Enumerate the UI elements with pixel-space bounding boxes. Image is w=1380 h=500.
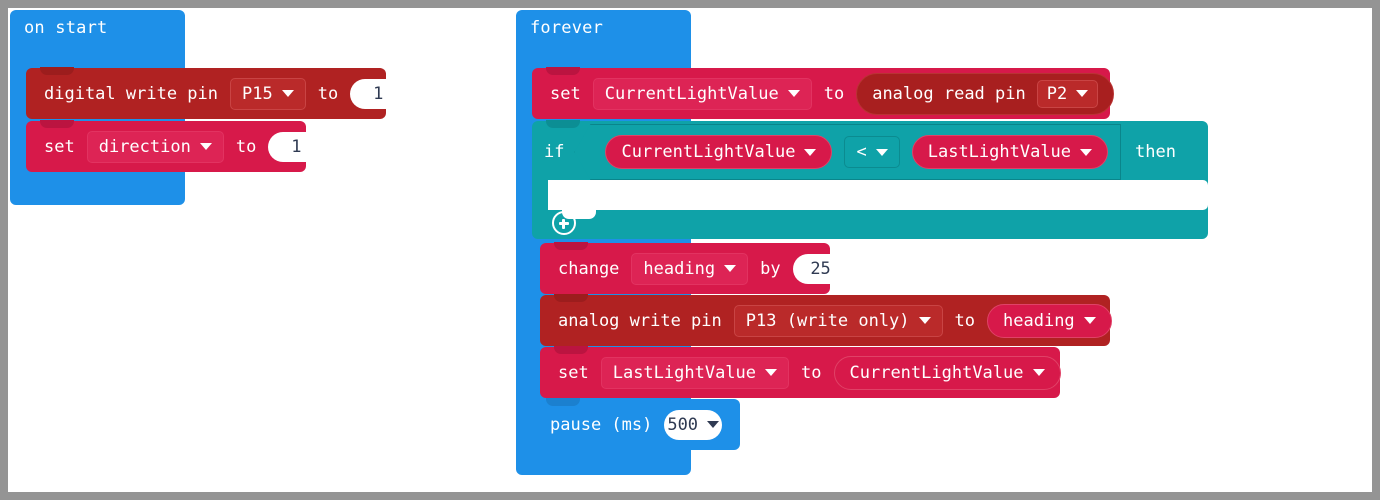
block-notch (554, 346, 588, 354)
to-label-4: to (954, 310, 976, 331)
block-notch (554, 242, 588, 250)
variable-reporter-heading[interactable]: heading (987, 303, 1112, 338)
if-condition-row[interactable]: if CurrentLightValue < LastLightValue th… (532, 121, 1208, 183)
forever-label: forever (530, 18, 604, 38)
block-notch (546, 398, 580, 406)
variable-reporter-lastlightvalue[interactable]: LastLightValue (911, 135, 1109, 169)
to-label-1: to (317, 83, 339, 104)
pin-dropdown-p2[interactable]: P2 (1036, 79, 1099, 108)
analog-write-pin-label: analog write pin (558, 310, 722, 331)
change-heading-block[interactable]: change heading by 25 (540, 242, 849, 294)
variable-reporter-heading-value: heading (1003, 310, 1075, 331)
chevron-down-icon (1032, 369, 1045, 376)
change-label: change (558, 258, 620, 279)
analog-write-pin-block[interactable]: analog write pin P13 (write only) to hea… (540, 294, 1112, 346)
set-currentlightvalue-block[interactable]: set CurrentLightValue to analog read pin… (532, 67, 1115, 119)
pin-dropdown-p15[interactable]: P15 (230, 77, 306, 110)
analog-read-pin-label: analog read pin (872, 83, 1026, 104)
on-start-label: on start (24, 18, 108, 38)
chevron-down-icon (707, 421, 720, 428)
then-label: then (1135, 142, 1176, 162)
if-body-empty-slot[interactable] (548, 180, 1208, 210)
variable-dropdown-heading-value: heading (643, 258, 716, 279)
set-label-3: set (558, 362, 589, 383)
set-direction-value-input[interactable]: 1 (268, 131, 325, 162)
set-label-1: set (44, 136, 75, 157)
set-direction-block[interactable]: set direction to 1 (26, 120, 325, 172)
variable-dropdown-lastlightvalue[interactable]: LastLightValue (600, 356, 790, 389)
pause-label: pause (ms) (550, 414, 653, 435)
comparison-condition[interactable]: CurrentLightValue < LastLightValue (574, 124, 1122, 180)
by-label: by (760, 258, 781, 279)
digital-write-pin-label: digital write pin (44, 83, 218, 104)
variable-dropdown-heading[interactable]: heading (631, 252, 749, 285)
chevron-down-icon (918, 317, 931, 324)
chevron-down-icon (1076, 90, 1089, 97)
to-label-5: to (801, 362, 822, 383)
pin-dropdown-p2-value: P2 (1046, 83, 1068, 104)
chevron-down-icon (787, 90, 800, 97)
variable-reporter-currentlightvalue[interactable]: CurrentLightValue (605, 135, 833, 169)
operator-dropdown-lessthan[interactable]: < (844, 136, 900, 168)
chevron-down-icon (724, 265, 737, 272)
variable-reporter-currentlightvalue-2[interactable]: CurrentLightValue (833, 355, 1061, 390)
variable-dropdown-lastlightvalue-value: LastLightValue (612, 362, 757, 383)
to-label-2: to (235, 136, 257, 157)
pin-dropdown-p15-value: P15 (242, 83, 273, 104)
variable-reporter-currentlightvalue-value: CurrentLightValue (621, 142, 796, 162)
pause-duration-input[interactable]: 500 (664, 409, 722, 440)
image-frame: on start digital write pin P15 to 1 set … (0, 0, 1380, 500)
block-notch (554, 294, 588, 302)
variable-reporter-currentlightvalue-2-value: CurrentLightValue (849, 362, 1024, 383)
chevron-down-icon (199, 143, 212, 150)
variable-dropdown-currentlightvalue-value: CurrentLightValue (604, 83, 779, 104)
chevron-down-icon (281, 90, 294, 97)
variable-dropdown-direction-value: direction (98, 136, 191, 157)
digital-write-pin-block[interactable]: digital write pin P15 to 1 (26, 67, 407, 119)
digital-write-value-input[interactable]: 1 (350, 78, 407, 109)
variable-dropdown-direction[interactable]: direction (86, 130, 224, 163)
chevron-down-icon (1083, 317, 1096, 324)
plus-icon[interactable] (552, 211, 576, 235)
chevron-down-icon (1080, 148, 1093, 156)
block-notch (40, 120, 74, 128)
chevron-down-icon (804, 148, 817, 156)
analog-read-pin-reporter[interactable]: analog read pin P2 (856, 72, 1115, 115)
change-heading-value-input[interactable]: 25 (792, 253, 849, 284)
to-label-3: to (823, 83, 845, 104)
pause-block[interactable]: pause (ms) 500 (532, 398, 740, 450)
pause-duration-value: 500 (667, 414, 699, 435)
pin-dropdown-p13-value: P13 (write only) (745, 310, 910, 331)
operator-dropdown-lessthan-value: < (856, 142, 867, 162)
set-label-2: set (550, 83, 581, 104)
block-notch (546, 67, 580, 75)
chevron-down-icon (875, 148, 888, 156)
variable-reporter-lastlightvalue-value: LastLightValue (927, 142, 1072, 162)
chevron-down-icon (765, 369, 778, 376)
block-notch (40, 67, 74, 75)
variable-dropdown-currentlightvalue[interactable]: CurrentLightValue (592, 77, 812, 110)
if-label: if (544, 142, 565, 162)
pin-dropdown-p13[interactable]: P13 (write only) (733, 304, 943, 337)
set-lastlightvalue-block[interactable]: set LastLightValue to CurrentLightValue (540, 346, 1061, 398)
blocks-workspace-canvas[interactable]: on start digital write pin P15 to 1 set … (8, 8, 1372, 492)
